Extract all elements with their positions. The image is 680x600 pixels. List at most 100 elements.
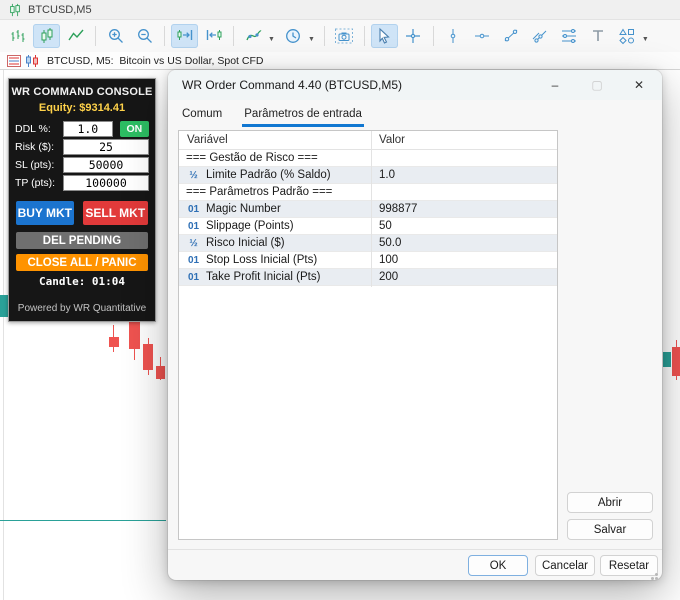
bullish-candle — [663, 352, 671, 367]
zoom-in-button[interactable] — [102, 24, 129, 48]
shapes-dropdown-caret[interactable]: ▼ — [642, 36, 649, 43]
bars-chart-button[interactable] — [4, 24, 31, 48]
console-title: WR COMMAND CONSOLE — [11, 86, 153, 98]
crosshair-icon — [406, 29, 421, 43]
param-value[interactable]: 998877 — [371, 203, 417, 215]
table-row[interactable]: ½ Limite Padrão (% Saldo) 1.0 — [179, 167, 557, 184]
table-row[interactable]: 01 Magic Number 998877 — [179, 201, 557, 218]
horizontal-line-icon — [475, 33, 490, 39]
param-type-icon: ½ — [189, 169, 198, 181]
chart-tab[interactable]: BTCUSD, M5: Bitcoin vs US Dollar, Spot C… — [0, 52, 680, 70]
cursor-button[interactable] — [370, 24, 398, 48]
tp-row: TP (pts): 100000 — [15, 175, 149, 191]
param-name: Slippage (Points) — [206, 220, 294, 232]
table-row-separator[interactable]: === Parâmetros Padrão === — [179, 184, 557, 201]
horizontal-line-button[interactable] — [469, 24, 496, 48]
abrir-button[interactable]: Abrir — [567, 492, 653, 513]
minimize-icon[interactable]: – — [534, 70, 576, 100]
camera-icon — [335, 28, 354, 44]
ddl-input[interactable]: 1.0 — [63, 121, 113, 137]
sell-mkt-button[interactable]: SELL MKT — [82, 201, 148, 225]
risk-row: Risk ($): 25 — [15, 139, 149, 155]
param-value[interactable]: 50.0 — [371, 237, 401, 249]
table-row[interactable]: 01 Slippage (Points) 50 — [179, 218, 557, 235]
column-header-value: Valor — [379, 134, 405, 146]
param-name: Stop Loss Inicial (Pts) — [206, 254, 318, 266]
param-type-icon: 01 — [187, 203, 200, 215]
chart-window-icon — [26, 54, 38, 67]
indicators-button[interactable] — [240, 24, 267, 48]
console-footer: Powered by WR Quantitative — [17, 303, 147, 314]
param-value[interactable]: 100 — [371, 254, 398, 266]
bearish-candle — [156, 366, 165, 379]
sl-row: SL (pts): 50000 — [15, 157, 149, 173]
table-row[interactable]: 01 Take Profit Inicial (Pts) 200 — [179, 269, 557, 286]
salvar-button[interactable]: Salvar — [567, 519, 653, 540]
indicators-dropdown-caret[interactable]: ▼ — [268, 36, 275, 43]
zoom-out-button[interactable] — [131, 24, 158, 48]
param-name: Risco Inicial ($) — [206, 237, 285, 249]
table-header: Variável Valor — [179, 131, 557, 150]
equidistant-channel-button[interactable] — [527, 24, 554, 48]
param-name: Magic Number — [206, 203, 281, 215]
timeframes-dropdown-caret[interactable]: ▼ — [308, 36, 315, 43]
shift-chart-to-end-button[interactable] — [171, 24, 198, 48]
dialog-tabs: Comum Parâmetros de entrada — [168, 100, 662, 127]
cancelar-button[interactable]: Cancelar — [535, 555, 595, 576]
del-pending-button[interactable]: DEL PENDING — [16, 232, 148, 249]
ddl-on-toggle[interactable]: ON — [119, 121, 149, 137]
dialog-titlebar[interactable]: WR Order Command 4.40 (BTCUSD,M5) – ▢ ✕ — [168, 70, 662, 100]
fibonacci-lines-button[interactable] — [556, 24, 583, 48]
tab-comum[interactable]: Comum — [180, 106, 224, 127]
zoom-out-icon — [137, 29, 152, 43]
timeframes-button[interactable] — [280, 24, 307, 48]
param-value[interactable]: 50 — [371, 220, 392, 232]
close-icon[interactable]: ✕ — [618, 70, 660, 100]
screenshot-button[interactable] — [331, 24, 358, 48]
window-symbol-title: BTCUSD,M5 — [28, 3, 92, 16]
parameters-table: Variável Valor === Gestão de Risco === ½… — [178, 130, 558, 540]
column-separator — [371, 131, 372, 287]
param-value[interactable]: 200 — [371, 271, 398, 283]
zoom-in-icon — [108, 29, 123, 43]
close-all-panic-button[interactable]: CLOSE ALL / PANIC — [16, 254, 148, 271]
vertical-line-button[interactable] — [440, 24, 467, 48]
table-row[interactable]: ½ Risco Inicial ($) 50.0 — [179, 235, 557, 252]
equidistant-channel-icon — [533, 30, 547, 43]
market-watch-icon — [7, 54, 21, 67]
table-row-separator[interactable]: === Gestão de Risco === — [179, 150, 557, 167]
dialog-title: WR Order Command 4.40 (BTCUSD,M5) — [182, 78, 403, 92]
toolbar-separator — [164, 26, 165, 46]
indicators-icon — [245, 30, 261, 41]
candlestick-chart-button[interactable] — [33, 24, 60, 48]
table-row[interactable]: 01 Stop Loss Inicial (Pts) 100 — [179, 252, 557, 269]
risk-input[interactable]: 25 — [63, 139, 149, 155]
shift-chart-to-end-icon — [177, 30, 192, 40]
sl-input[interactable]: 50000 — [63, 157, 149, 173]
param-value[interactable]: 1.0 — [371, 169, 395, 181]
shapes-button[interactable] — [614, 24, 641, 48]
text-tool-button[interactable] — [585, 24, 612, 48]
buy-mkt-button[interactable]: BUY MKT — [16, 201, 74, 225]
toolbar-separator — [432, 26, 434, 46]
bars-chart-icon — [11, 30, 24, 42]
bearish-candle — [143, 344, 153, 370]
ok-button[interactable]: OK — [468, 555, 528, 576]
cursor-icon — [379, 27, 391, 44]
crosshair-button[interactable] — [400, 24, 427, 48]
line-chart-button[interactable] — [62, 24, 89, 48]
param-type-icon: ½ — [189, 237, 198, 249]
resize-grip[interactable] — [655, 573, 658, 576]
bearish-candle — [672, 347, 680, 376]
tp-input[interactable]: 100000 — [63, 175, 149, 191]
wr-order-command-dialog: WR Order Command 4.40 (BTCUSD,M5) – ▢ ✕ … — [168, 70, 662, 580]
shift-chart-left-button[interactable] — [200, 24, 227, 48]
trendline-button[interactable] — [498, 24, 525, 48]
param-type-icon: 01 — [187, 220, 200, 232]
tab-parametros-de-entrada[interactable]: Parâmetros de entrada — [242, 106, 364, 127]
sl-label: SL (pts): — [15, 159, 55, 171]
candle-timer: Candle: 01:04 — [38, 275, 126, 288]
main-toolbar: ▼ ▼ ▼ — [0, 20, 680, 52]
resetar-button[interactable]: Resetar — [600, 555, 658, 576]
bid-price-line — [0, 520, 166, 521]
